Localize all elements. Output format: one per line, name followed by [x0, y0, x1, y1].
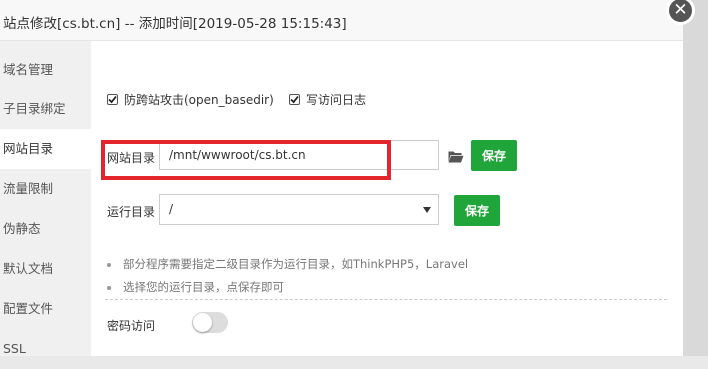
- divider: [105, 299, 667, 300]
- folder-open-icon[interactable]: [448, 148, 464, 167]
- settings-sidebar: 域名管理 子目录绑定 网站目录 流量限制 伪静态 默认文档 配置文件 SSL: [0, 41, 91, 356]
- sidebar-item-default-doc[interactable]: 默认文档: [0, 249, 91, 289]
- dialog-titlebar: 站点修改[cs.bt.cn] -- 添加时间[2019-05-28 15:15:…: [0, 0, 683, 41]
- toggle-knob: [193, 313, 212, 332]
- annotation-highlight-box: [101, 140, 391, 180]
- anti-xss-label: 防跨站攻击(open_basedir): [124, 92, 274, 107]
- sidebar-item-domain[interactable]: 域名管理: [0, 50, 91, 90]
- close-icon: ✕: [673, 0, 688, 20]
- bullet-icon: [107, 285, 111, 290]
- access-log-label: 写访问日志: [306, 92, 367, 107]
- site-dir-panel: 防跨站攻击(open_basedir) 写访问日志 网站目录 /mnt/wwwr…: [91, 41, 683, 356]
- access-log-checkbox[interactable]: [289, 93, 300, 105]
- sidebar-item-config-file[interactable]: 配置文件: [0, 289, 91, 329]
- run-dir-value: /: [169, 202, 174, 216]
- site-dir-save-button[interactable]: 保存: [471, 140, 517, 171]
- checkmark-icon: [290, 95, 299, 103]
- sidebar-item-subdir-binding[interactable]: 子目录绑定: [0, 89, 91, 129]
- anti-xss-option[interactable]: 防跨站攻击(open_basedir): [107, 91, 274, 107]
- hint-item: 选择您的运行目录，点保存即可: [107, 279, 284, 295]
- dialog-title: 站点修改[cs.bt.cn] -- 添加时间[2019-05-28 15:15:…: [3, 16, 347, 32]
- backdrop: [683, 0, 708, 356]
- password-access-label: 密码访问: [107, 319, 156, 333]
- sidebar-item-site-dir[interactable]: 网站目录: [0, 129, 91, 169]
- anti-xss-checkbox[interactable]: [107, 93, 118, 105]
- bullet-icon: [107, 262, 111, 267]
- checkmark-icon: [108, 95, 117, 103]
- run-dir-save-button[interactable]: 保存: [454, 195, 500, 226]
- sidebar-item-rewrite[interactable]: 伪静态: [0, 209, 91, 249]
- access-log-option[interactable]: 写访问日志: [289, 91, 366, 107]
- dropdown-arrow-icon: [423, 207, 431, 213]
- run-dir-label: 运行目录: [107, 205, 156, 219]
- sidebar-item-traffic-limit[interactable]: 流量限制: [0, 169, 91, 209]
- sidebar-item-ssl[interactable]: SSL: [0, 329, 91, 369]
- run-dir-select[interactable]: /: [159, 194, 439, 225]
- password-access-toggle[interactable]: [192, 312, 228, 333]
- hint-item: 部分程序需要指定二级目录作为运行目录，如ThinkPHP5，Laravel: [107, 256, 468, 272]
- site-edit-dialog: 站点修改[cs.bt.cn] -- 添加时间[2019-05-28 15:15:…: [0, 0, 683, 356]
